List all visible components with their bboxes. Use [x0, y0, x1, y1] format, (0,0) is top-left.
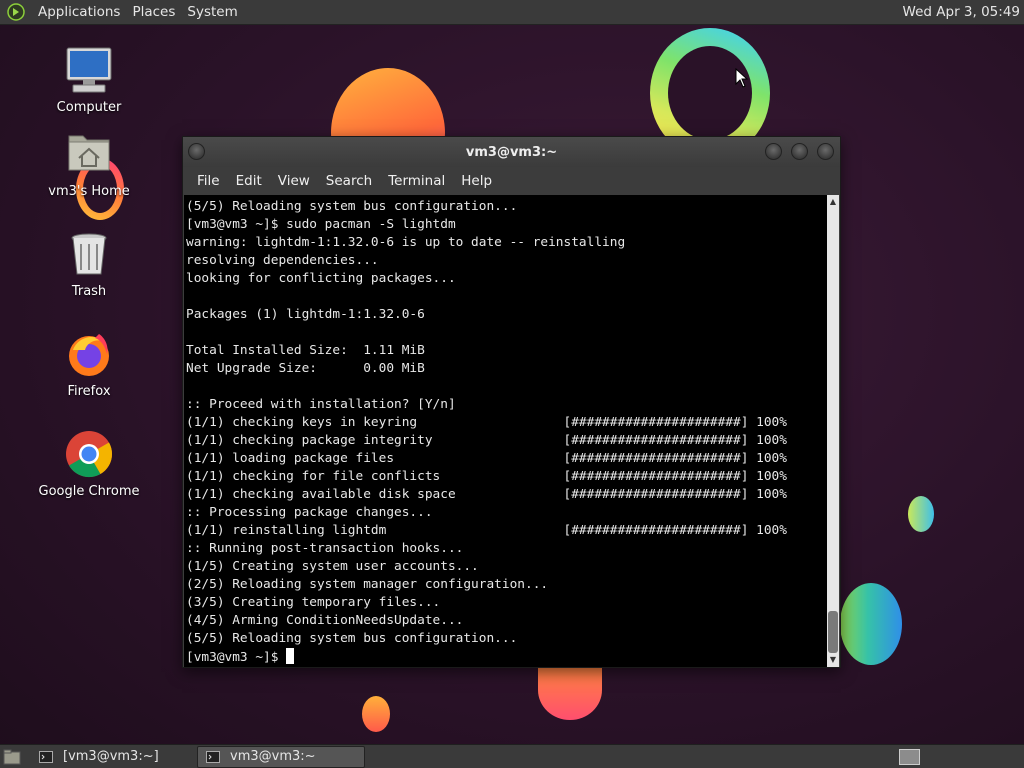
scrollbar-thumb[interactable] [828, 611, 838, 653]
terminal-line: (1/1) reinstalling lightdm [############… [186, 523, 787, 538]
minimize-button[interactable] [765, 143, 782, 160]
terminal-line: (1/1) checking available disk space [###… [186, 487, 787, 502]
terminal-prompt: [vm3@vm3 ~]$ [186, 650, 287, 665]
terminal-line: looking for conflicting packages... [186, 271, 456, 286]
taskbar-item-terminal-1[interactable]: [vm3@vm3:~] [31, 746, 191, 768]
maximize-button[interactable] [791, 143, 808, 160]
menu-file[interactable]: File [189, 173, 228, 189]
menu-logo-icon[interactable] [6, 2, 26, 22]
window-menu-button[interactable] [188, 143, 205, 160]
wallpaper-blob-teal [840, 583, 902, 665]
home-folder-icon [63, 128, 115, 180]
desktop-icon-label: Trash [71, 284, 107, 299]
desktop-icon-label: Google Chrome [38, 484, 140, 499]
desktop-icon-trash[interactable]: Trash [29, 228, 149, 299]
computer-icon [63, 44, 115, 96]
window-title: vm3@vm3:~ [465, 144, 558, 160]
bottom-taskbar: [vm3@vm3:~] vm3@vm3:~ [0, 744, 1024, 768]
mouse-pointer-icon [735, 68, 749, 88]
terminal-line: (3/5) Creating temporary files... [186, 595, 441, 610]
taskbar-item-label: vm3@vm3:~ [230, 749, 316, 764]
scroll-up-icon[interactable]: ▲ [828, 197, 838, 207]
desktop-icon-firefox[interactable]: Firefox [29, 328, 149, 399]
terminal-line: :: Running post-transaction hooks... [186, 541, 464, 556]
taskbar-item-terminal-2[interactable]: vm3@vm3:~ [197, 745, 365, 768]
menu-view[interactable]: View [270, 173, 318, 189]
terminal-menubar: File Edit View Search Terminal Help [183, 167, 840, 195]
terminal-icon [206, 750, 220, 763]
terminal-prompt-line[interactable]: [vm3@vm3 ~]$ [186, 648, 828, 666]
wallpaper-blob-green [908, 496, 934, 532]
terminal-line: Total Installed Size: 1.11 MiB [186, 343, 425, 358]
top-panel: Applications Places System Wed Apr 3, 05… [0, 0, 1024, 25]
trash-icon [63, 228, 115, 280]
menu-edit[interactable]: Edit [228, 173, 270, 189]
taskbar-item-label: [vm3@vm3:~] [63, 749, 159, 764]
menu-system[interactable]: System [181, 4, 243, 20]
menu-terminal[interactable]: Terminal [380, 173, 453, 189]
chrome-icon [63, 428, 115, 480]
terminal-line: :: Proceed with installation? [Y/n] [186, 397, 456, 412]
terminal-line: (1/5) Creating system user accounts... [186, 559, 479, 574]
terminal-line: (1/1) checking keys in keyring [########… [186, 415, 787, 430]
terminal-line: (2/5) Reloading system manager configura… [186, 577, 549, 592]
terminal-line: Packages (1) lightdm-1:1.32.0-6 [186, 307, 425, 322]
terminal-output[interactable]: (5/5) Reloading system bus configuration… [184, 195, 828, 667]
desktop-icon-label: Firefox [67, 384, 111, 399]
menu-search[interactable]: Search [318, 173, 380, 189]
menu-help[interactable]: Help [453, 173, 500, 189]
workspace-switcher[interactable] [899, 749, 920, 765]
terminal-icon [39, 750, 53, 763]
desktop-icon-chrome[interactable]: Google Chrome [29, 428, 149, 499]
terminal-line: (1/1) loading package files [###########… [186, 451, 787, 466]
terminal-line: warning: lightdm-1:1.32.0-6 is up to dat… [186, 235, 626, 250]
terminal-line: (5/5) Reloading system bus configuration… [186, 631, 518, 646]
firefox-icon [63, 328, 115, 380]
desktop-icon-home[interactable]: vm3's Home [29, 128, 149, 199]
terminal-line: (4/5) Arming ConditionNeedsUpdate... [186, 613, 464, 628]
text-cursor [286, 648, 295, 664]
menu-places[interactable]: Places [126, 4, 181, 20]
terminal-line: (1/1) checking package integrity [######… [186, 433, 787, 448]
terminal-window[interactable]: vm3@vm3:~ File Edit View Search Terminal… [182, 136, 841, 668]
panel-clock[interactable]: Wed Apr 3, 05:49 [903, 4, 1020, 20]
wallpaper-blob-bottom [538, 660, 602, 720]
desktop-icon-label: Computer [56, 100, 122, 115]
terminal-line: :: Processing package changes... [186, 505, 433, 520]
wallpaper-blob-small [362, 696, 390, 732]
scroll-down-icon[interactable]: ▼ [828, 655, 838, 665]
menu-applications[interactable]: Applications [32, 4, 126, 20]
desktop-icon-label: vm3's Home [48, 184, 130, 199]
terminal-line: (1/1) checking for file conflicts [#####… [186, 469, 787, 484]
window-titlebar[interactable]: vm3@vm3:~ [183, 137, 840, 167]
terminal-line: Net Upgrade Size: 0.00 MiB [186, 361, 425, 376]
terminal-line: resolving dependencies... [186, 253, 379, 268]
terminal-line: (5/5) Reloading system bus configuration… [186, 199, 518, 214]
terminal-scrollbar[interactable]: ▲ ▼ [827, 195, 839, 667]
close-button[interactable] [817, 143, 834, 160]
terminal-line: [vm3@vm3 ~]$ sudo pacman -S lightdm [186, 217, 456, 232]
desktop-icon-computer[interactable]: Computer [29, 44, 149, 115]
show-desktop-icon[interactable] [3, 748, 25, 766]
